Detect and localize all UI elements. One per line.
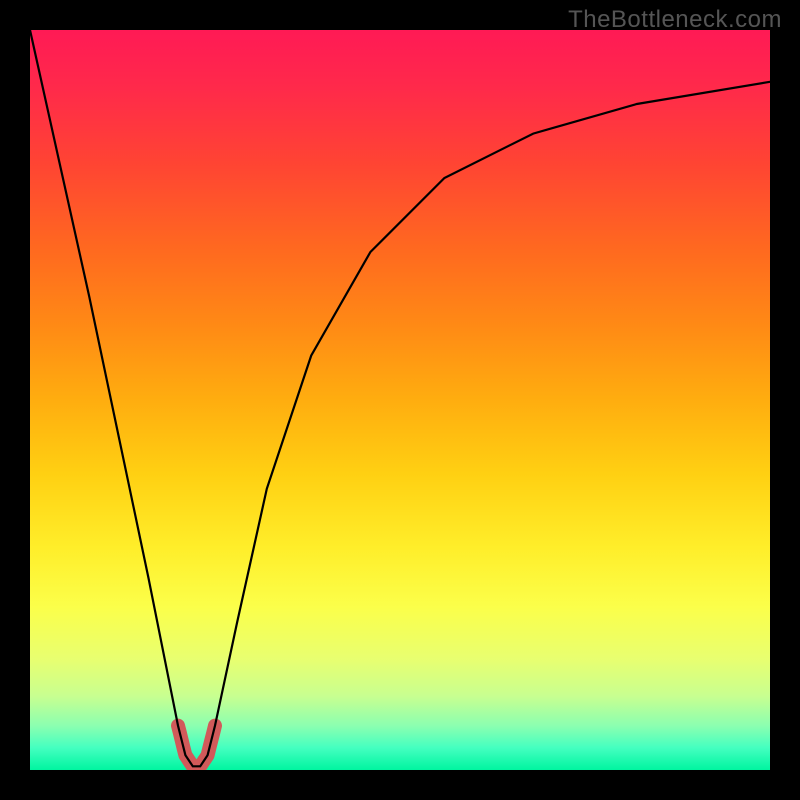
plot-area	[30, 30, 770, 770]
watermark-label: TheBottleneck.com	[568, 6, 782, 34]
bottleneck-curve	[30, 30, 770, 766]
chart-frame: TheBottleneck.com	[0, 0, 800, 800]
chart-svg	[30, 30, 770, 770]
